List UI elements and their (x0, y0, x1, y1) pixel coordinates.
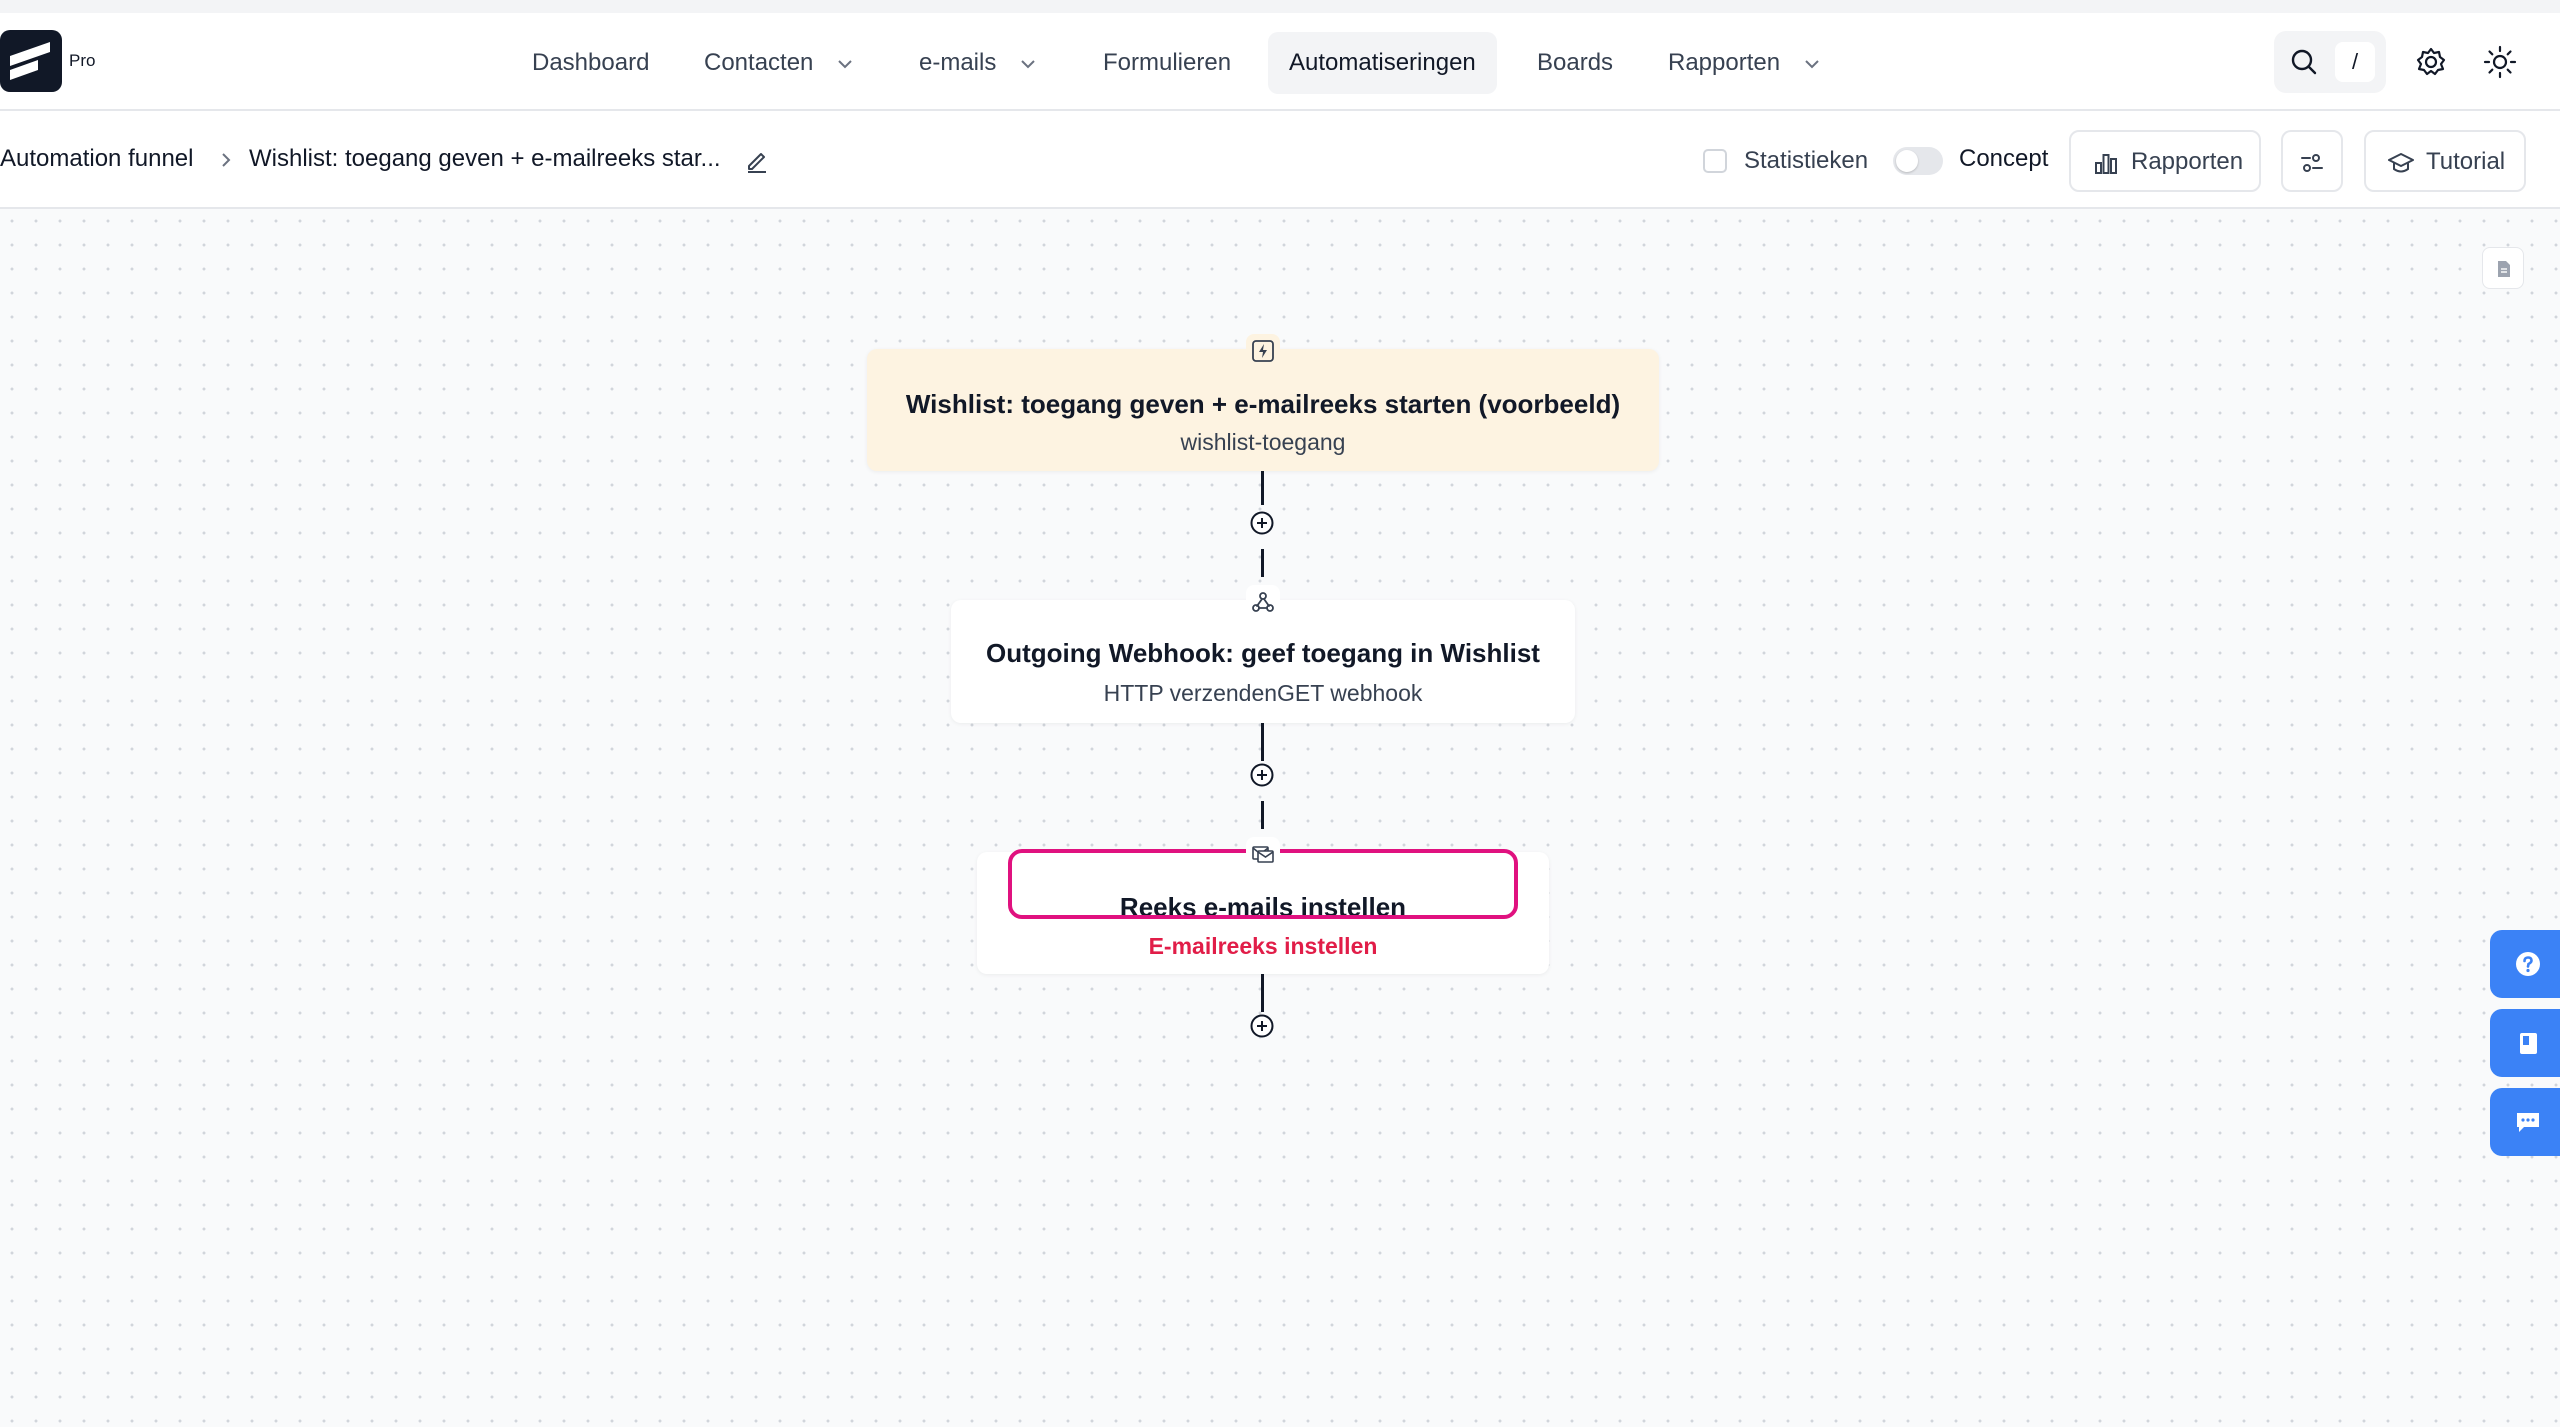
concept-label: Concept (1959, 145, 2049, 172)
nav-boards-label: Boards (1537, 49, 1614, 76)
search-button[interactable]: / (2274, 31, 2386, 93)
email-sequence-icon (1246, 837, 1280, 871)
webhook-icon (1246, 585, 1280, 619)
sliders-icon (2301, 154, 2323, 172)
edit-pencil-icon[interactable] (743, 146, 771, 174)
connector-line (1261, 723, 1264, 761)
breadcrumb-current: Wishlist: toegang geven + e-mailreeks st… (249, 145, 721, 172)
chevron-down-icon (1018, 54, 1038, 74)
trigger-subtitle: wishlist-toegang (1180, 429, 1346, 455)
theme-sun-icon[interactable] (2482, 44, 2518, 80)
nav-dashboard[interactable]: Dashboard (511, 32, 670, 94)
trigger-title: Wishlist: toegang geven + e-mailreeks st… (905, 389, 1621, 419)
connector-line (1261, 549, 1264, 577)
reports-button[interactable]: Rapporten (2069, 130, 2261, 192)
statistics-label: Statistieken (1744, 147, 1869, 174)
chat-icon (2517, 1113, 2539, 1132)
statistics-checkbox[interactable] (1703, 149, 1727, 173)
workflow-canvas[interactable]: Wishlist: toegang geven + e-mailreeks st… (0, 209, 2560, 1427)
help-button[interactable] (2490, 930, 2560, 998)
automation-toolbar: Automation funnel Wishlist: toegang geve… (0, 111, 2560, 209)
document-button[interactable] (2482, 247, 2524, 289)
connector-line (1261, 974, 1264, 1012)
nav-rapporten-label: Rapporten (1668, 49, 1781, 76)
reports-button-label: Rapporten (2131, 148, 2244, 175)
nav-rapporten[interactable]: Rapporten (1647, 32, 1843, 94)
main-nav: Dashboard Contacten e-mails Formulieren … (0, 13, 2560, 111)
nav-automatiseringen-label: Automatiseringen (1289, 49, 1476, 76)
settings-icon[interactable] (2413, 44, 2449, 80)
chevron-down-icon (835, 54, 855, 74)
search-icon (2291, 49, 2317, 75)
browser-top-strip (0, 0, 2560, 13)
docs-book-icon (2520, 1033, 2537, 1054)
connector-line (1261, 801, 1264, 829)
docs-button[interactable] (2490, 1009, 2560, 1077)
tutorial-button[interactable]: Tutorial (2364, 130, 2526, 192)
nav-formulieren[interactable]: Formulieren (1082, 32, 1252, 94)
help-icon (2516, 952, 2540, 976)
toggle-knob (1896, 150, 1918, 172)
tutorial-button-label: Tutorial (2426, 148, 2506, 175)
nav-contacten-label: Contacten (704, 49, 814, 76)
concept-toggle[interactable] (1893, 147, 1943, 175)
add-step-plus-icon[interactable] (1249, 1013, 1275, 1039)
nav-boards[interactable]: Boards (1516, 32, 1634, 94)
connector-line (1261, 471, 1264, 505)
webhook-title: Outgoing Webhook: geef toegang in Wishli… (986, 638, 1540, 668)
add-step-plus-icon[interactable] (1249, 762, 1275, 788)
nav-contacten[interactable]: Contacten (683, 32, 876, 94)
lightning-icon (1246, 334, 1280, 368)
email-sequence-subtitle: E-mailreeks instellen (1148, 933, 1378, 959)
nav-emails-label: e-mails (919, 49, 997, 76)
breadcrumb-root[interactable]: Automation funnel (0, 145, 193, 173)
webhook-subtitle: HTTP verzendenGET webhook (1103, 680, 1423, 706)
chevron-down-icon (1802, 54, 1822, 74)
nav-automatiseringen[interactable]: Automatiseringen (1268, 32, 1497, 94)
chat-button[interactable] (2490, 1088, 2560, 1156)
nav-emails[interactable]: e-mails (898, 32, 1059, 94)
search-shortcut-key: / (2335, 42, 2375, 82)
bar-chart-icon (2095, 154, 2117, 174)
graduation-cap-icon (2388, 153, 2414, 173)
main-header: Pro Dashboard Contacten e-mails Formulie… (0, 13, 2560, 111)
nav-dashboard-label: Dashboard (532, 49, 650, 76)
filter-settings-button[interactable] (2281, 130, 2343, 192)
nav-formulieren-label: Formulieren (1103, 49, 1232, 76)
chevron-right-icon (222, 153, 231, 167)
add-step-plus-icon[interactable] (1249, 510, 1275, 536)
document-icon (2498, 261, 2510, 277)
